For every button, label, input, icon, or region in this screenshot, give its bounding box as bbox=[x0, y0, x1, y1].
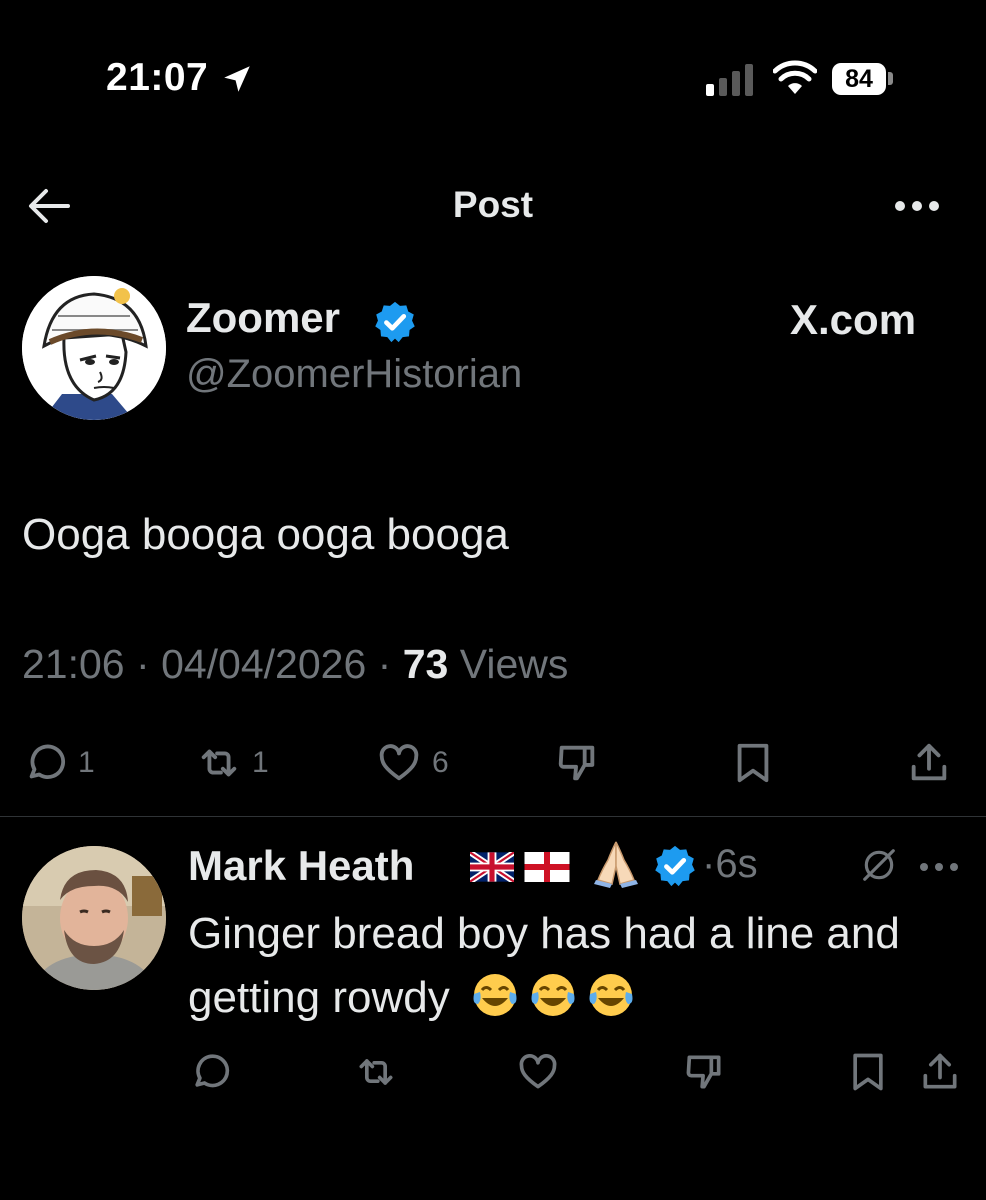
reply-heart-icon[interactable] bbox=[516, 1050, 560, 1094]
uk-flag-icon bbox=[470, 852, 514, 882]
repost-icon bbox=[201, 749, 237, 777]
repost-button[interactable]: 1 bbox=[196, 740, 269, 786]
tears-of-joy-emoji-icon bbox=[473, 974, 517, 1016]
reply-icon bbox=[29, 744, 65, 780]
reply-repost-icon[interactable] bbox=[354, 1050, 398, 1094]
reply-author-avatar[interactable] bbox=[22, 846, 166, 990]
post-meta: 21:06 · 04/04/2026 · 73 Views bbox=[22, 641, 568, 688]
reply-share-icon[interactable] bbox=[918, 1050, 962, 1094]
verified-badge-icon bbox=[375, 301, 415, 343]
man-portrait-avatar-image bbox=[22, 846, 166, 990]
share-button[interactable] bbox=[906, 740, 952, 786]
meta-separator: · bbox=[377, 641, 403, 687]
reply-time: ·6s bbox=[702, 842, 758, 887]
time-separator: · bbox=[702, 842, 716, 886]
page-title: Post bbox=[452, 184, 534, 225]
reply-count: 1 bbox=[78, 746, 95, 779]
reply-text-block: Ginger bread boy has had a line and gett… bbox=[188, 902, 948, 1030]
dislike-button[interactable] bbox=[554, 740, 600, 786]
like-button[interactable]: 6 bbox=[376, 740, 449, 786]
reply-button[interactable]: 1 bbox=[22, 740, 95, 786]
grok-icon[interactable] bbox=[860, 846, 898, 884]
author-avatar[interactable] bbox=[22, 276, 166, 420]
meta-separator: · bbox=[136, 641, 162, 687]
more-options-icon[interactable] bbox=[892, 196, 942, 216]
status-time: 21:07 bbox=[106, 56, 209, 99]
battery-indicator: 84 bbox=[832, 63, 886, 95]
post-time: 21:06 bbox=[22, 641, 125, 687]
thumbs-down-icon bbox=[558, 745, 595, 781]
tears-of-joy-emoji-icon bbox=[589, 974, 633, 1016]
battery-nub bbox=[888, 72, 893, 85]
source-label: X.com bbox=[790, 296, 917, 343]
author-handle[interactable]: @ZoomerHistorian bbox=[186, 352, 522, 397]
author-name[interactable]: Zoomer bbox=[186, 294, 340, 342]
signal-icon bbox=[706, 64, 753, 96]
verified-badge-icon bbox=[655, 845, 695, 887]
post-date: 04/04/2026 bbox=[161, 641, 367, 687]
views-label: Views bbox=[459, 641, 569, 687]
reply-more-options-icon[interactable] bbox=[918, 860, 960, 874]
post-text: Ooga booga ooga booga bbox=[22, 510, 509, 559]
tears-of-joy-emoji-icon bbox=[531, 974, 575, 1016]
reply-bookmark-icon[interactable] bbox=[846, 1050, 890, 1094]
england-flag-icon bbox=[524, 852, 570, 882]
divider bbox=[0, 816, 986, 817]
bookmark-button[interactable] bbox=[730, 740, 776, 786]
wifi-icon bbox=[773, 60, 817, 94]
views-count: 73 bbox=[402, 641, 449, 687]
reply-reply-icon[interactable] bbox=[188, 1050, 232, 1094]
repost-count: 1 bbox=[252, 746, 269, 779]
bookmark-icon bbox=[737, 743, 769, 783]
reply-time-value: 6s bbox=[715, 842, 758, 886]
praying-hands-icon bbox=[594, 841, 638, 888]
location-arrow-icon bbox=[224, 66, 250, 92]
share-icon bbox=[911, 743, 947, 781]
reply-thumbs-down-icon[interactable] bbox=[682, 1050, 726, 1094]
heart-icon bbox=[379, 744, 419, 781]
like-count: 6 bbox=[432, 746, 449, 779]
wojak-helmet-avatar-image bbox=[22, 276, 166, 420]
reply-author-name[interactable]: Mark Heath bbox=[188, 842, 414, 890]
